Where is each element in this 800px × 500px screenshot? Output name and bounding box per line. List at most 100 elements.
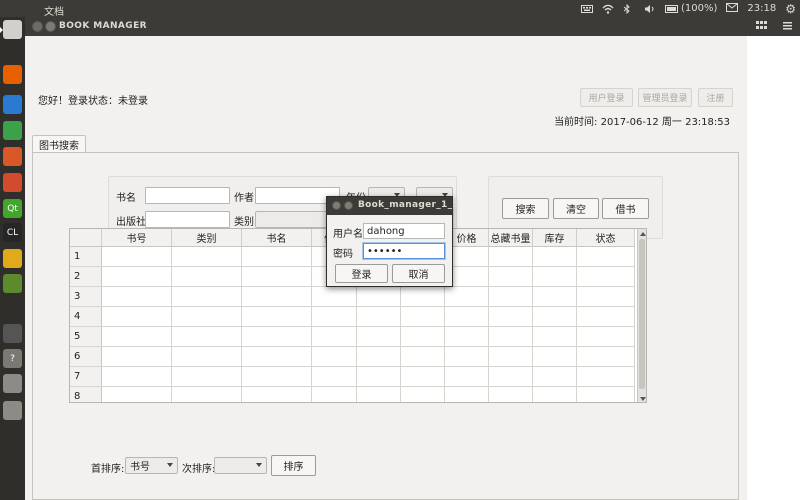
scroll-thumb[interactable]	[639, 239, 645, 389]
table-cell[interactable]	[102, 347, 172, 367]
table-cell[interactable]	[357, 347, 401, 367]
table-cell[interactable]	[445, 347, 489, 367]
clock-text[interactable]: 23:18	[747, 3, 776, 14]
password-input[interactable]: ••••••	[363, 243, 445, 259]
launcher-dash-icon[interactable]	[0, 20, 22, 39]
register-button[interactable]: 注册	[698, 88, 733, 107]
launcher-settings-icon[interactable]	[3, 374, 22, 393]
table-cell[interactable]	[242, 367, 312, 387]
table-cell[interactable]	[312, 307, 357, 327]
scroll-down-icon[interactable]	[640, 397, 646, 401]
mail-icon[interactable]	[726, 2, 739, 15]
table-cell[interactable]	[401, 347, 445, 367]
table-cell[interactable]	[357, 287, 401, 307]
close-icon[interactable]	[32, 21, 43, 32]
table-cell[interactable]	[401, 387, 445, 402]
table-cell[interactable]	[357, 387, 401, 402]
scroll-up-icon[interactable]	[640, 232, 646, 236]
secondary-sort-dropdown[interactable]	[214, 457, 267, 474]
table-cell[interactable]	[577, 287, 635, 307]
table-cell[interactable]	[445, 367, 489, 387]
wifi-icon[interactable]	[602, 4, 614, 14]
table-cell[interactable]	[242, 307, 312, 327]
table-cell[interactable]	[401, 307, 445, 327]
row-header[interactable]: 2	[70, 267, 102, 287]
table-cell[interactable]	[357, 307, 401, 327]
table-cell[interactable]	[102, 247, 172, 267]
table-cell[interactable]	[577, 347, 635, 367]
column-header[interactable]: 类别	[172, 229, 242, 247]
table-cell[interactable]	[489, 267, 533, 287]
table-cell[interactable]	[577, 247, 635, 267]
table-cell[interactable]	[489, 287, 533, 307]
table-cell[interactable]	[102, 387, 172, 402]
table-cell[interactable]	[533, 247, 577, 267]
table-cell[interactable]	[489, 307, 533, 327]
table-cell[interactable]	[445, 307, 489, 327]
title-input[interactable]	[145, 187, 230, 204]
table-cell[interactable]	[577, 267, 635, 287]
dialog-title-bar[interactable]: Book_manager_1_5	[327, 197, 459, 215]
table-cell[interactable]	[533, 267, 577, 287]
table-cell[interactable]	[533, 287, 577, 307]
table-cell[interactable]	[312, 367, 357, 387]
table-cell[interactable]	[401, 367, 445, 387]
launcher-drive-icon[interactable]	[3, 401, 22, 420]
volume-icon[interactable]	[644, 4, 656, 14]
table-cell[interactable]	[242, 327, 312, 347]
table-cell[interactable]	[533, 327, 577, 347]
sort-button[interactable]: 排序	[271, 455, 316, 476]
table-cell[interactable]	[533, 347, 577, 367]
table-cell[interactable]	[172, 247, 242, 267]
battery-indicator[interactable]: (100%)	[665, 3, 717, 14]
table-cell[interactable]	[172, 347, 242, 367]
table-cell[interactable]	[445, 387, 489, 402]
row-header[interactable]: 6	[70, 347, 102, 367]
column-header[interactable]: 状态	[577, 229, 635, 247]
user-login-button[interactable]: 用户登录	[580, 88, 633, 107]
table-cell[interactable]	[102, 267, 172, 287]
launcher-impress-icon[interactable]	[3, 147, 22, 166]
table-cell[interactable]	[489, 327, 533, 347]
table-cell[interactable]	[312, 387, 357, 402]
column-header[interactable]: 书号	[102, 229, 172, 247]
gear-icon[interactable]: ⚙	[785, 2, 796, 16]
row-header[interactable]: 8	[70, 387, 102, 402]
table-cell[interactable]	[172, 307, 242, 327]
primary-sort-dropdown[interactable]: 书号	[125, 457, 178, 474]
table-cell[interactable]	[312, 347, 357, 367]
cancel-button[interactable]: 取消	[392, 264, 445, 283]
table-cell[interactable]	[242, 387, 312, 402]
publisher-input[interactable]	[145, 211, 230, 228]
table-cell[interactable]	[172, 367, 242, 387]
row-header[interactable]: 5	[70, 327, 102, 347]
minimize-icon[interactable]	[45, 21, 56, 32]
search-button[interactable]: 搜索	[502, 198, 549, 219]
table-cell[interactable]	[172, 387, 242, 402]
table-cell[interactable]	[172, 327, 242, 347]
close-icon[interactable]	[332, 201, 341, 210]
launcher-writer-icon[interactable]	[3, 95, 22, 114]
column-header[interactable]: 总藏书量	[489, 229, 533, 247]
table-cell[interactable]	[102, 287, 172, 307]
row-header[interactable]: 1	[70, 247, 102, 267]
table-cell[interactable]	[489, 387, 533, 402]
keyboard-icon[interactable]	[581, 4, 593, 14]
table-cell[interactable]	[102, 327, 172, 347]
table-cell[interactable]	[242, 247, 312, 267]
window-list-icon[interactable]	[755, 20, 767, 34]
table-cell[interactable]	[102, 307, 172, 327]
table-cell[interactable]	[242, 347, 312, 367]
bluetooth-icon[interactable]	[623, 3, 635, 14]
launcher-terminal-icon[interactable]	[3, 324, 22, 343]
table-cell[interactable]	[489, 367, 533, 387]
tab-book-search[interactable]: 图书搜索	[32, 135, 86, 153]
table-cell[interactable]	[445, 287, 489, 307]
row-header[interactable]: 4	[70, 307, 102, 327]
username-input[interactable]: dahong	[363, 223, 445, 239]
table-cell[interactable]	[357, 327, 401, 347]
launcher-calc-icon[interactable]	[3, 121, 22, 140]
menu-icon[interactable]	[782, 20, 793, 34]
table-cell[interactable]	[172, 267, 242, 287]
row-header[interactable]: 3	[70, 287, 102, 307]
